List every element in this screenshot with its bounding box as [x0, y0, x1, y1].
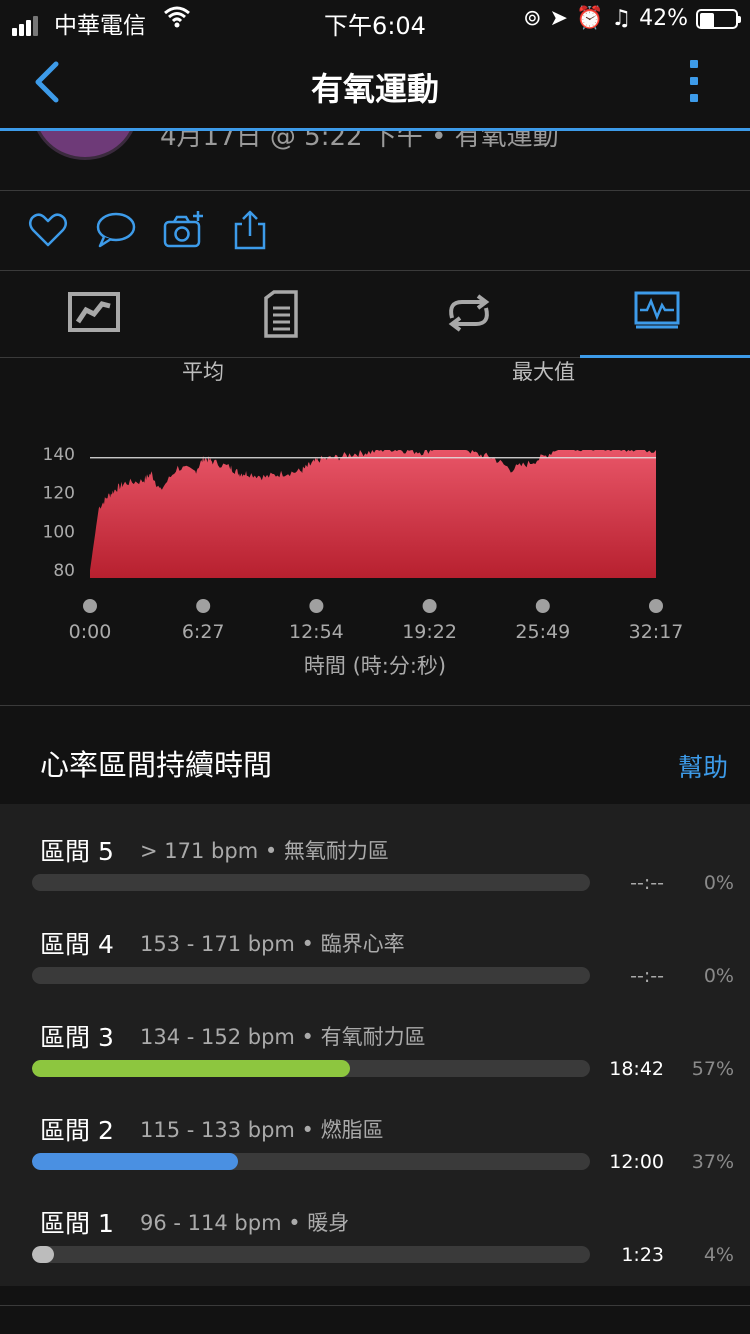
zone-time: 18:42: [609, 1058, 664, 1080]
y-tick-label: 80: [53, 561, 75, 581]
zone-progress-bar: [32, 1246, 590, 1263]
rotation-lock-icon: ⊚: [523, 6, 542, 31]
avg-label: 平均: [182, 360, 224, 384]
zone-name: 區間 1: [40, 1209, 114, 1238]
zones-title: 心率區間持續時間: [40, 748, 273, 782]
map-tab-icon[interactable]: [68, 290, 124, 340]
zone-progress-fill: [32, 1153, 239, 1170]
zone-time: 12:00: [609, 1151, 664, 1173]
page-title: 有氧運動: [310, 70, 439, 108]
x-tick-dot: [83, 599, 97, 613]
add-photo-icon[interactable]: [162, 208, 206, 252]
zone-progress-fill: [32, 1060, 351, 1077]
zone-name: 區間 4: [40, 930, 114, 959]
x-tick-dot: [422, 599, 437, 613]
status-bar: 中華電信 下午6:04 ⊚ ➤ ⏰ ♫ 42%: [0, 0, 750, 40]
battery-percent: 42%: [639, 6, 688, 31]
x-tick-label: 25:49: [515, 621, 571, 643]
zone-percent: 37%: [691, 1151, 734, 1173]
x-tick-dot: [309, 599, 324, 613]
divider: [0, 1305, 750, 1306]
y-tick-label: 140: [43, 445, 75, 465]
zone-range: > 171 bpm • 無氧耐力區: [140, 839, 389, 863]
x-axis-title: 時間 (時:分:秒): [303, 654, 447, 678]
max-label: 最大值: [512, 360, 575, 384]
active-tab-indicator: [580, 355, 750, 358]
heart-rate-chart[interactable]: 140 120 100 80: [0, 430, 750, 630]
share-icon[interactable]: [228, 208, 272, 252]
x-tick-dot: [649, 599, 663, 613]
laps-tab-icon[interactable]: [444, 290, 500, 340]
comment-icon[interactable]: [94, 208, 138, 252]
location-icon: ➤: [549, 6, 568, 31]
divider: [0, 190, 750, 191]
y-tick-label: 120: [43, 484, 75, 504]
y-tick-label: 100: [43, 522, 75, 542]
zone-range: 115 - 133 bpm • 燃脂區: [140, 1118, 384, 1142]
status-icons: ⊚ ➤ ⏰ ♫ 42%: [523, 6, 741, 31]
details-tab-icon[interactable]: [262, 290, 318, 340]
help-link[interactable]: 幫助: [678, 748, 728, 784]
divider: [0, 270, 750, 271]
heart-rate-area: [90, 450, 656, 578]
zone-progress-fill: [32, 1246, 55, 1263]
zone-progress-bar: [32, 1153, 590, 1170]
nav-divider: [0, 128, 750, 131]
zone-name: 區間 2: [40, 1116, 114, 1145]
zone-percent: 0%: [703, 965, 734, 987]
zone-time: 1:23: [621, 1244, 664, 1266]
x-tick-label: 19:22: [402, 621, 457, 643]
zone-percent: 57%: [691, 1058, 734, 1080]
zone-percent: 4%: [703, 1244, 734, 1266]
x-tick-label: 12:54: [289, 621, 344, 643]
x-tick-label: 0:00: [68, 621, 112, 643]
zone-name: 區間 3: [40, 1023, 114, 1052]
heart-icon[interactable]: [26, 208, 70, 252]
charts-tab-icon[interactable]: [634, 290, 690, 340]
x-tick-label: 32:17: [628, 621, 684, 643]
zone-time: --:--: [630, 872, 664, 894]
x-tick-dot: [535, 599, 550, 613]
more-options-icon[interactable]: [688, 60, 700, 111]
nav-bar: 有氧運動: [0, 40, 750, 128]
x-tick-dot: [196, 599, 211, 613]
zone-range: 153 - 171 bpm • 臨界心率: [140, 932, 405, 956]
zone-progress-bar: [32, 874, 590, 891]
zone-progress-bar: [32, 967, 590, 984]
battery-icon: [696, 8, 741, 29]
headphones-icon: ♫: [611, 6, 632, 31]
divider: [0, 705, 750, 706]
zone-name: 區間 5: [40, 837, 114, 866]
zone-range: 134 - 152 bpm • 有氧耐力區: [140, 1025, 426, 1049]
alarm-icon: ⏰: [575, 6, 604, 31]
x-tick-label: 6:27: [181, 621, 225, 643]
zone-percent: 0%: [703, 872, 734, 894]
zone-range: 96 - 114 bpm • 暖身: [140, 1211, 350, 1235]
zone-progress-bar: [32, 1060, 590, 1077]
zone-time: --:--: [630, 965, 664, 987]
